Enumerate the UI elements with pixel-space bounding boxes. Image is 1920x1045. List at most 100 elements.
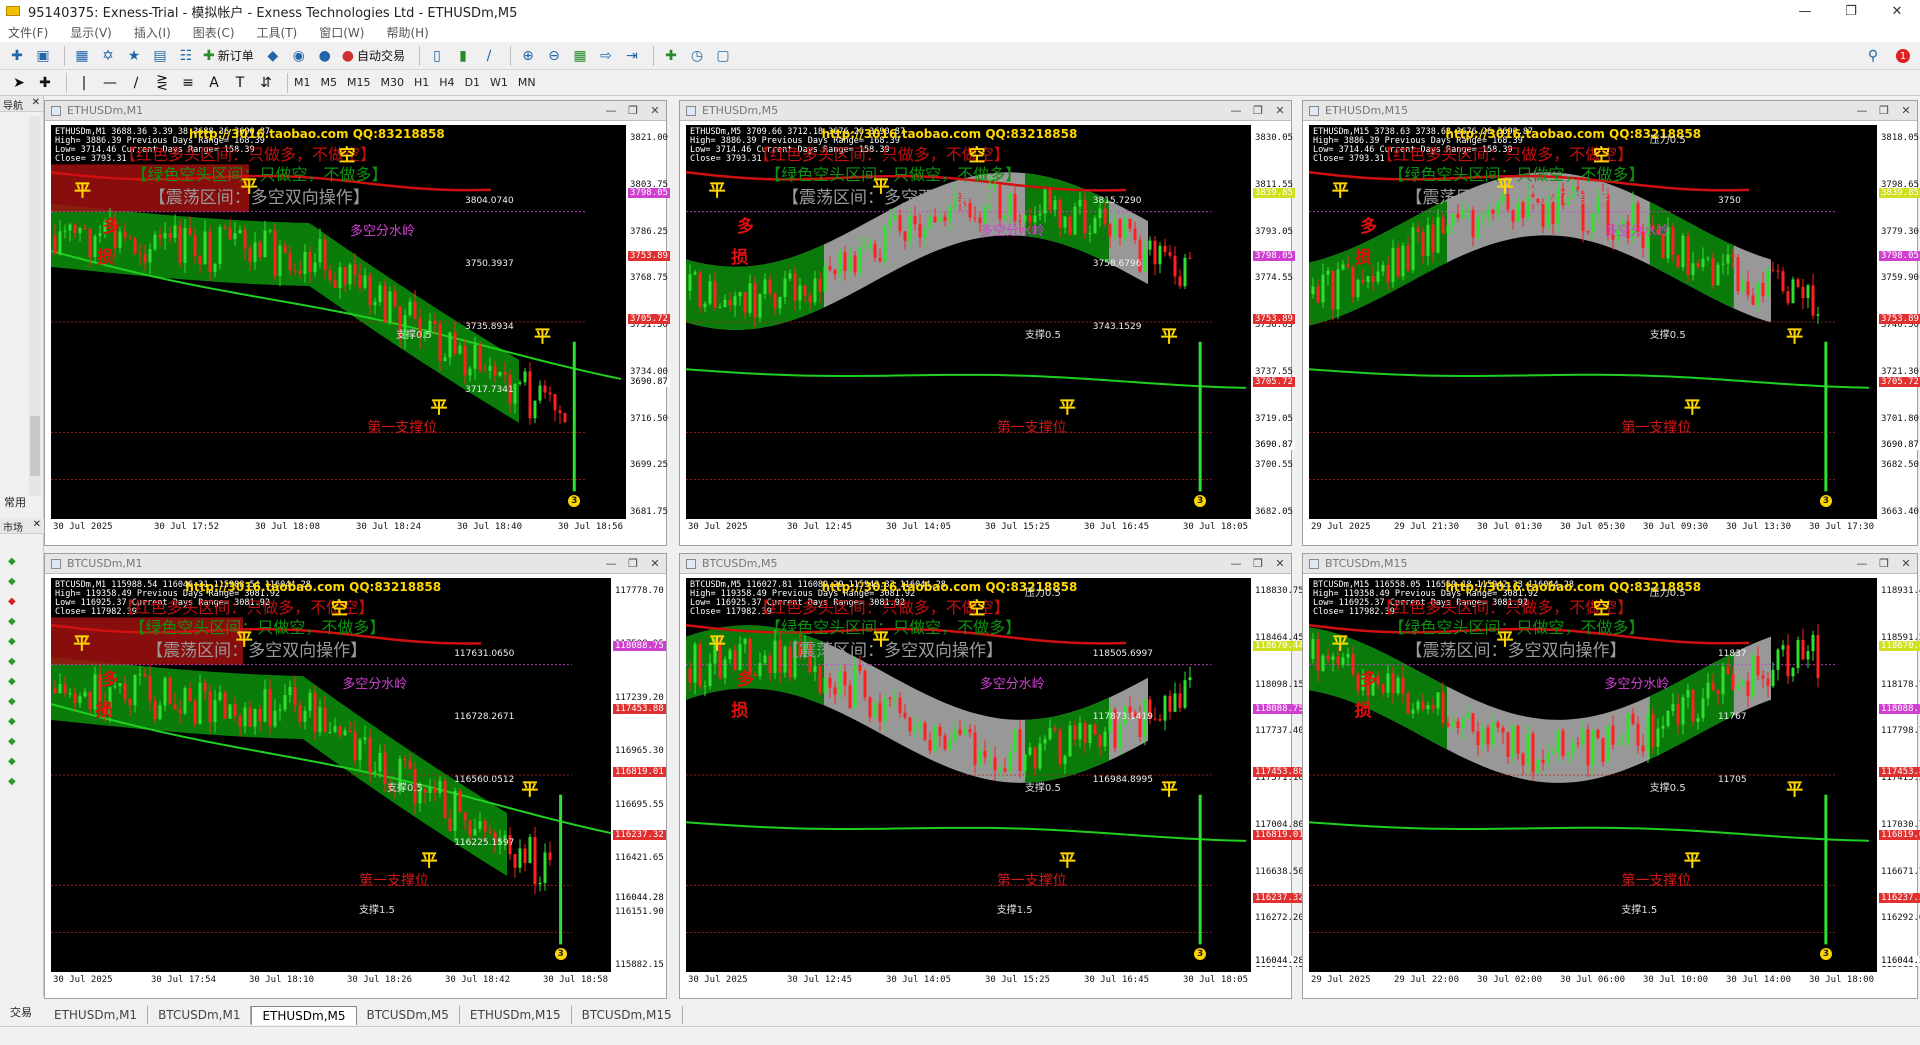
chart-restore-button[interactable]: ❐ xyxy=(622,104,644,117)
line-chart-icon[interactable]: ∕ xyxy=(478,45,500,67)
timeframe-m1[interactable]: M1 xyxy=(294,76,311,89)
chart-minimize-button[interactable]: — xyxy=(1225,557,1247,570)
trendline-icon[interactable]: ∕ xyxy=(125,72,147,94)
notification-badge[interactable]: 1 xyxy=(1896,49,1910,63)
chart-tab[interactable]: ETHUSDm,M5 xyxy=(251,1005,357,1025)
timeframe-d1[interactable]: D1 xyxy=(465,76,480,89)
zoom-out-icon[interactable]: ⊖ xyxy=(543,45,565,67)
chart-tab[interactable]: ETHUSDm,M1 xyxy=(44,1006,149,1024)
chart-tab[interactable]: ETHUSDm,M15 xyxy=(460,1006,572,1024)
navigator-common-tab[interactable]: 常用 xyxy=(4,494,26,510)
symbol-up-icon[interactable]: ◆ xyxy=(8,636,18,647)
navigator-scrollbar[interactable] xyxy=(29,116,41,496)
bar-chart-icon[interactable]: ▯ xyxy=(426,45,448,67)
search-icon[interactable]: ⚲ xyxy=(1862,45,1884,67)
symbol-up-icon[interactable]: ◆ xyxy=(8,616,18,627)
timeframe-m15[interactable]: M15 xyxy=(347,76,371,89)
chart-tab[interactable]: BTCUSDm,M1 xyxy=(148,1006,252,1024)
menu-file[interactable]: 文件(F) xyxy=(8,24,48,41)
profiles-icon[interactable]: ▣ xyxy=(32,45,54,67)
chart-close-button[interactable]: ✕ xyxy=(1269,557,1291,570)
symbol-up-icon[interactable]: ◆ xyxy=(8,736,18,747)
chart-shift-icon[interactable]: ⇥ xyxy=(621,45,643,67)
chart-window-titlebar[interactable]: ETHUSDm,M1 — ❐ ✕ xyxy=(45,101,666,121)
autoscroll-icon[interactable]: ⇨ xyxy=(595,45,617,67)
candlestick-icon[interactable]: ▮ xyxy=(452,45,474,67)
maximize-button[interactable]: ❐ xyxy=(1828,0,1874,22)
symbol-up-icon[interactable]: ◆ xyxy=(8,776,18,787)
chart-close-button[interactable]: ✕ xyxy=(644,557,666,570)
market-watch-icon[interactable]: ▦ xyxy=(71,45,93,67)
time-axis[interactable]: 30 Jul 2025 30 Jul 17:52 30 Jul 18:08 30 Ju… xyxy=(51,519,626,537)
tester-icon[interactable]: ☷ xyxy=(175,45,197,67)
symbol-up-icon[interactable]: ◆ xyxy=(8,676,18,687)
navigator-close-icon[interactable]: ✕ xyxy=(32,97,40,110)
arrows-icon[interactable]: ⇵ xyxy=(255,72,277,94)
metaeditor-icon[interactable]: ◆ xyxy=(262,45,284,67)
trade-tab[interactable]: 交易 xyxy=(10,1004,32,1020)
time-axis[interactable]: 29 Jul 2025 29 Jul 22:00 30 Jul 02:00 30 Ju… xyxy=(1309,972,1877,990)
time-axis[interactable]: 30 Jul 2025 30 Jul 12:45 30 Jul 14:05 30 Ju… xyxy=(686,972,1251,990)
scrollbar-thumb[interactable] xyxy=(30,416,40,476)
timeframe-m5[interactable]: M5 xyxy=(321,76,338,89)
close-button[interactable]: ✕ xyxy=(1874,0,1920,22)
text-label-icon[interactable]: T xyxy=(229,72,251,94)
zoom-in-icon[interactable]: ⊕ xyxy=(517,45,539,67)
timeframe-mn[interactable]: MN xyxy=(518,76,536,89)
symbol-up-icon[interactable]: ◆ xyxy=(8,556,18,567)
chart-window-titlebar[interactable]: BTCUSDm,M1 — ❐ ✕ xyxy=(45,554,666,574)
community-icon[interactable]: ● xyxy=(314,45,336,67)
time-axis[interactable]: 30 Jul 2025 30 Jul 17:54 30 Jul 18:10 30 Ju… xyxy=(51,972,611,990)
price-axis[interactable]: 118931.45118591.25118178.75117798.701174… xyxy=(1877,578,1920,972)
data-window-icon[interactable]: ✡ xyxy=(97,45,119,67)
chart-tab[interactable]: BTCUSDm,M5 xyxy=(357,1006,460,1024)
price-axis[interactable]: 118830.75 118464.45 118098.15 117737.40 1173… xyxy=(1251,578,1306,972)
chart-minimize-button[interactable]: — xyxy=(600,104,622,117)
cursor-icon[interactable]: ➤ xyxy=(8,72,30,94)
chart-window-titlebar[interactable]: ETHUSDm,M15 — ❐ ✕ xyxy=(1303,101,1917,121)
price-axis[interactable]: 3830.05 3811.55 3793.05 3774.55 3756.05 3737.… xyxy=(1251,125,1295,519)
templates-icon[interactable]: ▢ xyxy=(712,45,734,67)
navigator-icon[interactable]: ★ xyxy=(123,45,145,67)
chart-plot-area[interactable]: BTCUSDm,M5 116027.81 116089.29 115942.33… xyxy=(686,578,1251,972)
vertical-line-icon[interactable]: | xyxy=(73,72,95,94)
terminal-icon[interactable]: ▤ xyxy=(149,45,171,67)
menu-view[interactable]: 显示(V) xyxy=(70,24,112,41)
indicators-icon[interactable]: ✚ xyxy=(660,45,682,67)
timeframe-h1[interactable]: H1 xyxy=(414,76,429,89)
symbol-up-icon[interactable]: ◆ xyxy=(8,756,18,767)
symbol-up-icon[interactable]: ◆ xyxy=(8,576,18,587)
chart-window[interactable]: ETHUSDm,M1 — ❐ ✕ ETHUSDm,M1 3688.36 3.39 38 … xyxy=(44,100,670,546)
chart-restore-button[interactable]: ❐ xyxy=(622,557,644,570)
chart-minimize-button[interactable]: — xyxy=(1225,104,1247,117)
chart-window[interactable]: BTCUSDm,M1 — ❐ ✕ BTCUSDm,M1 115988.54 116046… xyxy=(44,553,667,999)
chart-plot-area[interactable]: ETHUSDm,M5 3709.66 3712.18 3676.26 3690.… xyxy=(686,125,1251,519)
minimize-button[interactable]: — xyxy=(1782,0,1828,22)
horizontal-line-icon[interactable]: — xyxy=(99,72,121,94)
chart-close-button[interactable]: ✕ xyxy=(1895,557,1917,570)
chart-restore-button[interactable]: ❐ xyxy=(1873,104,1895,117)
menu-insert[interactable]: 插入(I) xyxy=(134,24,171,41)
menu-help[interactable]: 帮助(H) xyxy=(386,24,428,41)
menu-window[interactable]: 窗口(W) xyxy=(319,24,364,41)
vps-icon[interactable]: ◉ xyxy=(288,45,310,67)
channel-icon[interactable]: ⋛ xyxy=(151,72,173,94)
chart-plot-area[interactable]: BTCUSDm,M15 116558.05 116559.18 115942.3… xyxy=(1309,578,1877,972)
menu-tools[interactable]: 工具(T) xyxy=(257,24,298,41)
chart-window[interactable]: ETHUSDm,M5 — ❐ ✕ ETHUSDm,M5 3709.66 3712.18 … xyxy=(679,100,1295,546)
chart-minimize-button[interactable]: — xyxy=(600,557,622,570)
chart-window[interactable]: BTCUSDm,M15 — ❐ ✕ BTCUSDm,M15 116558.05 1165… xyxy=(1302,553,1920,999)
symbol-up-icon[interactable]: ◆ xyxy=(8,716,18,727)
chart-close-button[interactable]: ✕ xyxy=(1269,104,1291,117)
chart-window[interactable]: ETHUSDm,M15 — ❐ ✕ ETHUSDm,M15 3738.63 3738.6… xyxy=(1302,100,1920,546)
chart-window-titlebar[interactable]: BTCUSDm,M15 — ❐ ✕ xyxy=(1303,554,1917,574)
chart-restore-button[interactable]: ❐ xyxy=(1247,104,1269,117)
chart-window[interactable]: BTCUSDm,M5 — ❐ ✕ BTCUSDm,M5 116027.81 116089… xyxy=(679,553,1306,999)
new-order-button[interactable]: ✚ 新订单 xyxy=(203,47,254,64)
chart-close-button[interactable]: ✕ xyxy=(1895,104,1917,117)
timeframe-h4[interactable]: H4 xyxy=(439,76,454,89)
price-axis[interactable]: 3821.00 3803.75 3786.25 3768.75 3751.50 3734.… xyxy=(626,125,670,519)
tile-windows-icon[interactable]: ▦ xyxy=(569,45,591,67)
chart-window-titlebar[interactable]: ETHUSDm,M5 — ❐ ✕ xyxy=(680,101,1291,121)
chart-plot-area[interactable]: ETHUSDm,M1 3688.36 3.39 38 3688.36 3690.… xyxy=(51,125,626,519)
